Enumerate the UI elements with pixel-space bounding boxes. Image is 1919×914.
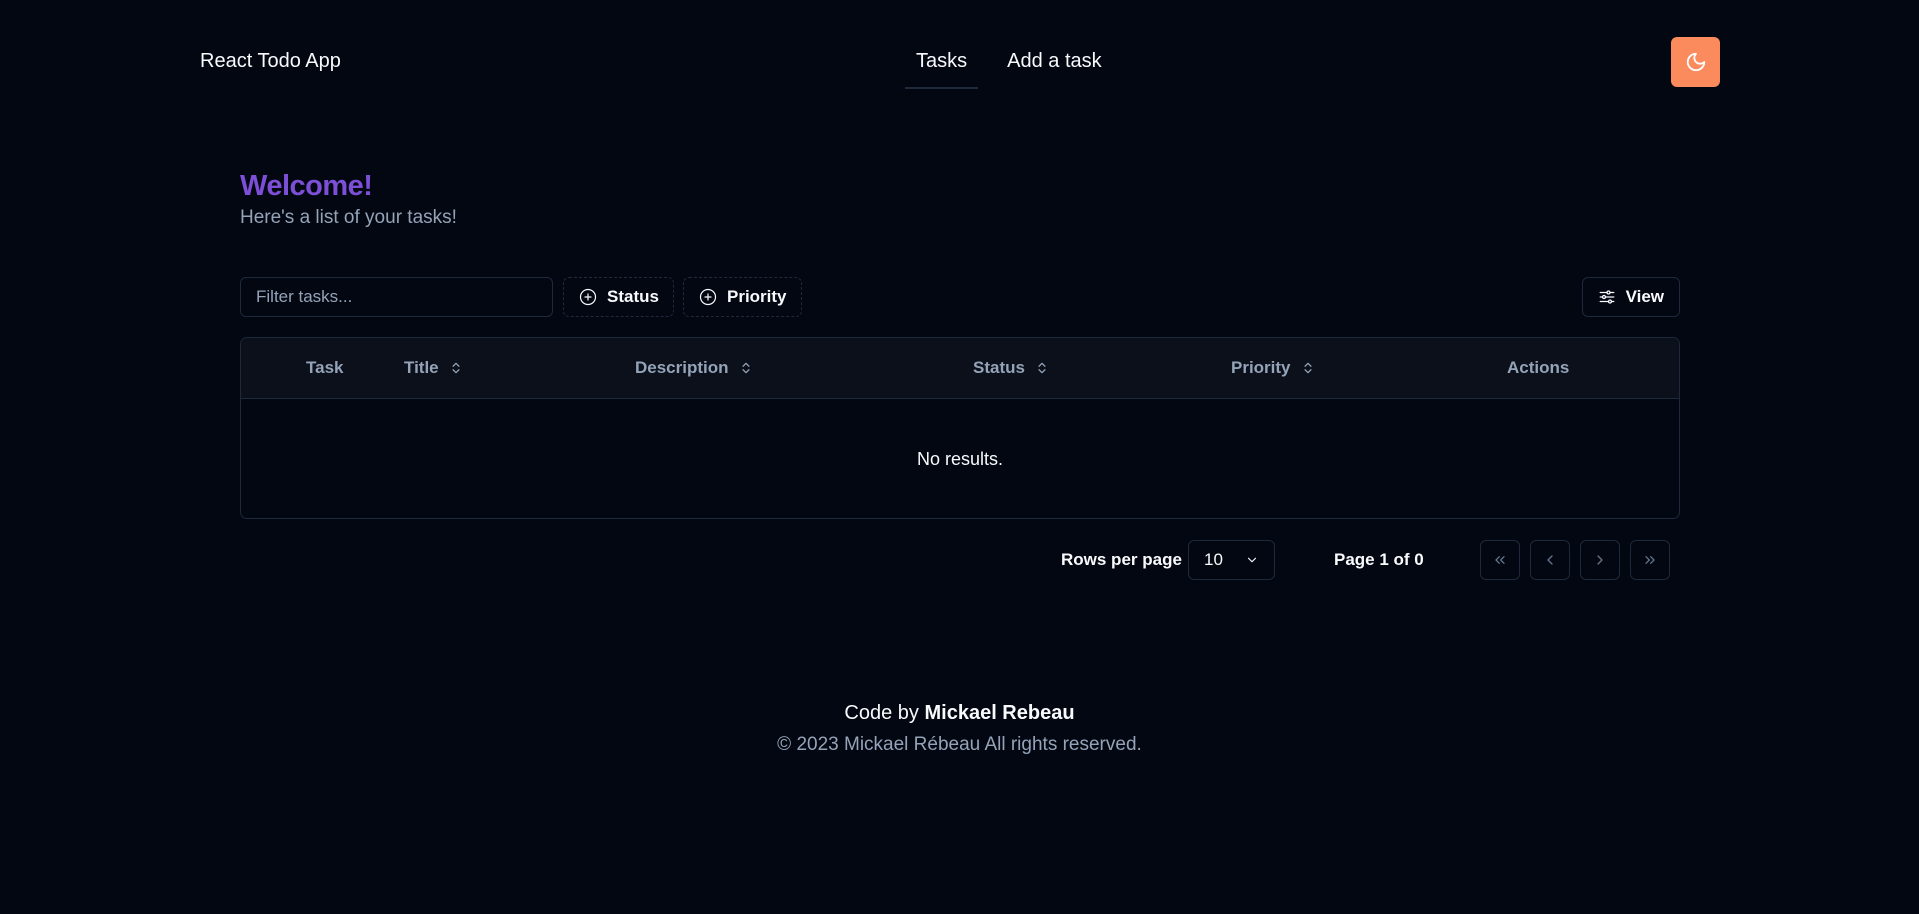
page-indicator: Page 1 of 0 (1334, 550, 1424, 569)
view-label: View (1625, 287, 1664, 306)
column-header-actions: Actions (1507, 338, 1569, 398)
main-content: Welcome! Here's a list of your tasks! St… (240, 170, 1680, 580)
priority-filter-button[interactable]: Priority (683, 277, 802, 317)
column-label: Task (306, 358, 344, 377)
sliders-icon (1598, 288, 1616, 306)
column-label: Title (404, 358, 439, 377)
theme-toggle-button[interactable] (1671, 37, 1720, 87)
app-header: React Todo App Tasks Add a task (0, 0, 1919, 124)
view-options-button[interactable]: View (1581, 277, 1680, 317)
column-header-priority[interactable]: Priority (1231, 338, 1315, 398)
plus-circle-icon (579, 288, 597, 306)
filter-tasks-input[interactable] (240, 277, 553, 317)
column-header-task: Task (306, 338, 344, 398)
rows-per-page-value: 10 (1204, 550, 1223, 569)
main-nav: Tasks Add a task (905, 50, 1113, 89)
plus-circle-icon (699, 288, 717, 306)
empty-state: No results. (916, 448, 1004, 469)
sort-icon (449, 361, 463, 375)
status-filter-button[interactable]: Status (563, 277, 674, 317)
chevrons-right-icon (1642, 552, 1658, 568)
chevron-down-icon (1245, 553, 1259, 567)
table-header-row: Task Title Description Status Priority A… (241, 338, 1679, 399)
column-header-title[interactable]: Title (404, 338, 463, 398)
footer-author[interactable]: Mickael Rebeau (924, 702, 1074, 724)
rows-per-page-label: Rows per page (1061, 550, 1182, 569)
nav-add-task[interactable]: Add a task (996, 50, 1113, 87)
chevron-right-icon (1592, 552, 1608, 568)
rows-per-page-select[interactable]: 10 (1188, 540, 1275, 580)
previous-page-button[interactable] (1530, 540, 1570, 580)
next-page-button[interactable] (1580, 540, 1620, 580)
sort-icon (1301, 361, 1315, 375)
last-page-button[interactable] (1630, 540, 1670, 580)
column-label: Description (635, 358, 729, 377)
moon-icon (1685, 51, 1707, 73)
page-footer: Code by Mickael Rebeau © 2023 Mickael Ré… (0, 702, 1919, 756)
footer-credit: Code by Mickael Rebeau (0, 702, 1919, 725)
footer-credit-prefix: Code by (844, 702, 919, 724)
status-filter-label: Status (607, 287, 659, 306)
brand-title[interactable]: React Todo App (200, 50, 341, 73)
page-title: Welcome! (240, 170, 373, 202)
column-label: Status (973, 358, 1025, 377)
chevrons-left-icon (1492, 552, 1508, 568)
column-header-status[interactable]: Status (973, 338, 1049, 398)
sort-icon (1035, 361, 1049, 375)
priority-filter-label: Priority (727, 287, 787, 306)
table-toolbar: Status Priority View (240, 277, 1680, 317)
chevron-left-icon (1542, 552, 1558, 568)
pagination: Rows per page 10 Page 1 of 0 (240, 539, 1680, 581)
page-subtitle: Here's a list of your tasks! (240, 207, 457, 228)
column-label: Priority (1231, 358, 1291, 377)
column-label: Actions (1507, 358, 1570, 377)
nav-tasks[interactable]: Tasks (905, 50, 979, 89)
column-header-description[interactable]: Description (635, 338, 753, 398)
footer-copyright: © 2023 Mickael Rébeau All rights reserve… (777, 734, 1142, 755)
sort-icon (739, 361, 753, 375)
first-page-button[interactable] (1480, 540, 1520, 580)
tasks-table: Task Title Description Status Priority A… (240, 337, 1680, 519)
